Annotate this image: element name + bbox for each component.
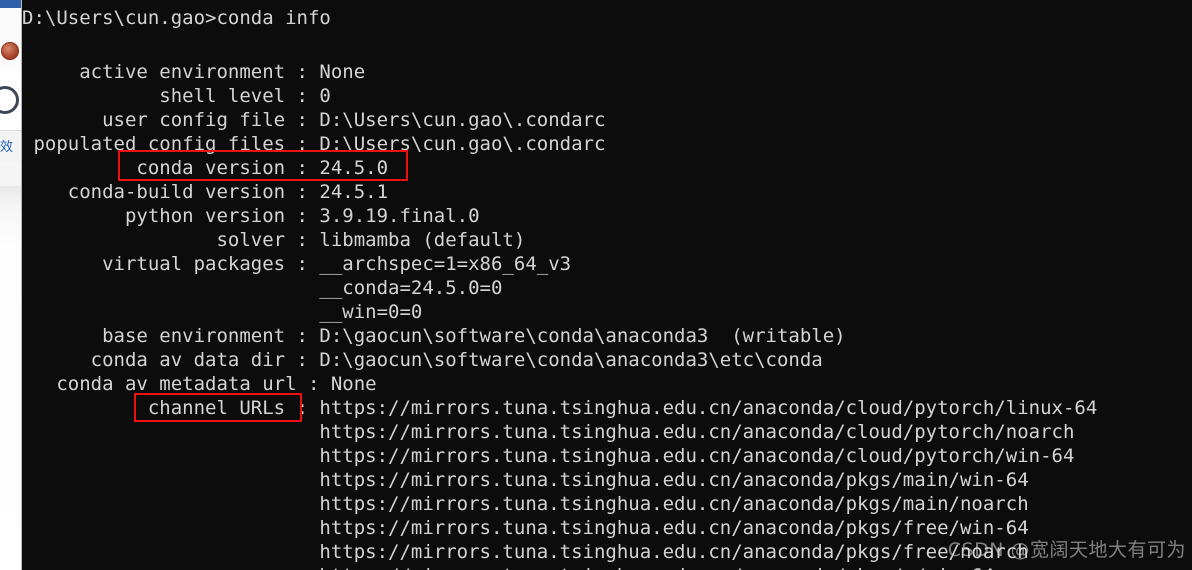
terminal-line-conda-version: conda version : 24.5.0 [22,157,389,179]
terminal-prompt-line: D:\Users\cun.gao>conda info [22,7,331,29]
background-window-content-area [0,186,22,570]
terminal-line: shell level : 0 [22,85,331,107]
background-window-panel-divider [0,162,22,187]
terminal-line: virtual packages : __archspec=1=x86_64_v… [22,253,572,275]
terminal-line: conda av data dir : D:\gaocun\software\c… [22,349,823,371]
terminal-line: https://mirrors.tuna.tsinghua.edu.cn/ana… [22,421,1075,443]
terminal-line: user config file : D:\Users\cun.gao\.con… [22,109,606,131]
terminal-line: solver : libmamba (default) [22,229,526,251]
terminal-line: __conda=24.5.0=0 [22,277,503,299]
terminal-line: python version : 3.9.19.final.0 [22,205,480,227]
background-window-titlebar [0,0,22,8]
background-window-strip[interactable]: 效 [0,0,22,570]
terminal-line: https://mirrors.tuna.tsinghua.edu.cn/ana… [22,445,1075,467]
background-window-text-fragment: 效 [0,140,14,155]
terminal-line-clipped: https://mirrors.tuna.tsinghua.edu.cn/ana… [22,564,994,570]
terminal-console[interactable]: D:\Users\cun.gao>conda info active envir… [22,0,1192,570]
terminal-line: https://mirrors.tuna.tsinghua.edu.cn/ana… [22,469,1029,491]
terminal-line: https://mirrors.tuna.tsinghua.edu.cn/ana… [22,517,1029,539]
avatar-icon [1,42,19,60]
terminal-line: active environment : None [22,61,366,83]
terminal-line: conda-build version : 24.5.1 [22,181,389,203]
terminal-line: https://mirrors.tuna.tsinghua.edu.cn/ana… [22,493,1029,515]
terminal-line-channel-urls: channel URLs : https://mirrors.tuna.tsin… [22,397,1098,419]
background-window-panel-top [0,8,22,71]
terminal-line: conda av metadata url : None [22,373,377,395]
screen-root: 效 D:\Users\cun.gao>conda info active env… [0,0,1192,570]
terminal-line: populated config files : D:\Users\cun.ga… [22,133,606,155]
terminal-line: base environment : D:\gaocun\software\co… [22,325,846,347]
terminal-line: https://mirrors.tuna.tsinghua.edu.cn/ana… [22,541,1029,563]
terminal-line: __win=0=0 [22,301,423,323]
